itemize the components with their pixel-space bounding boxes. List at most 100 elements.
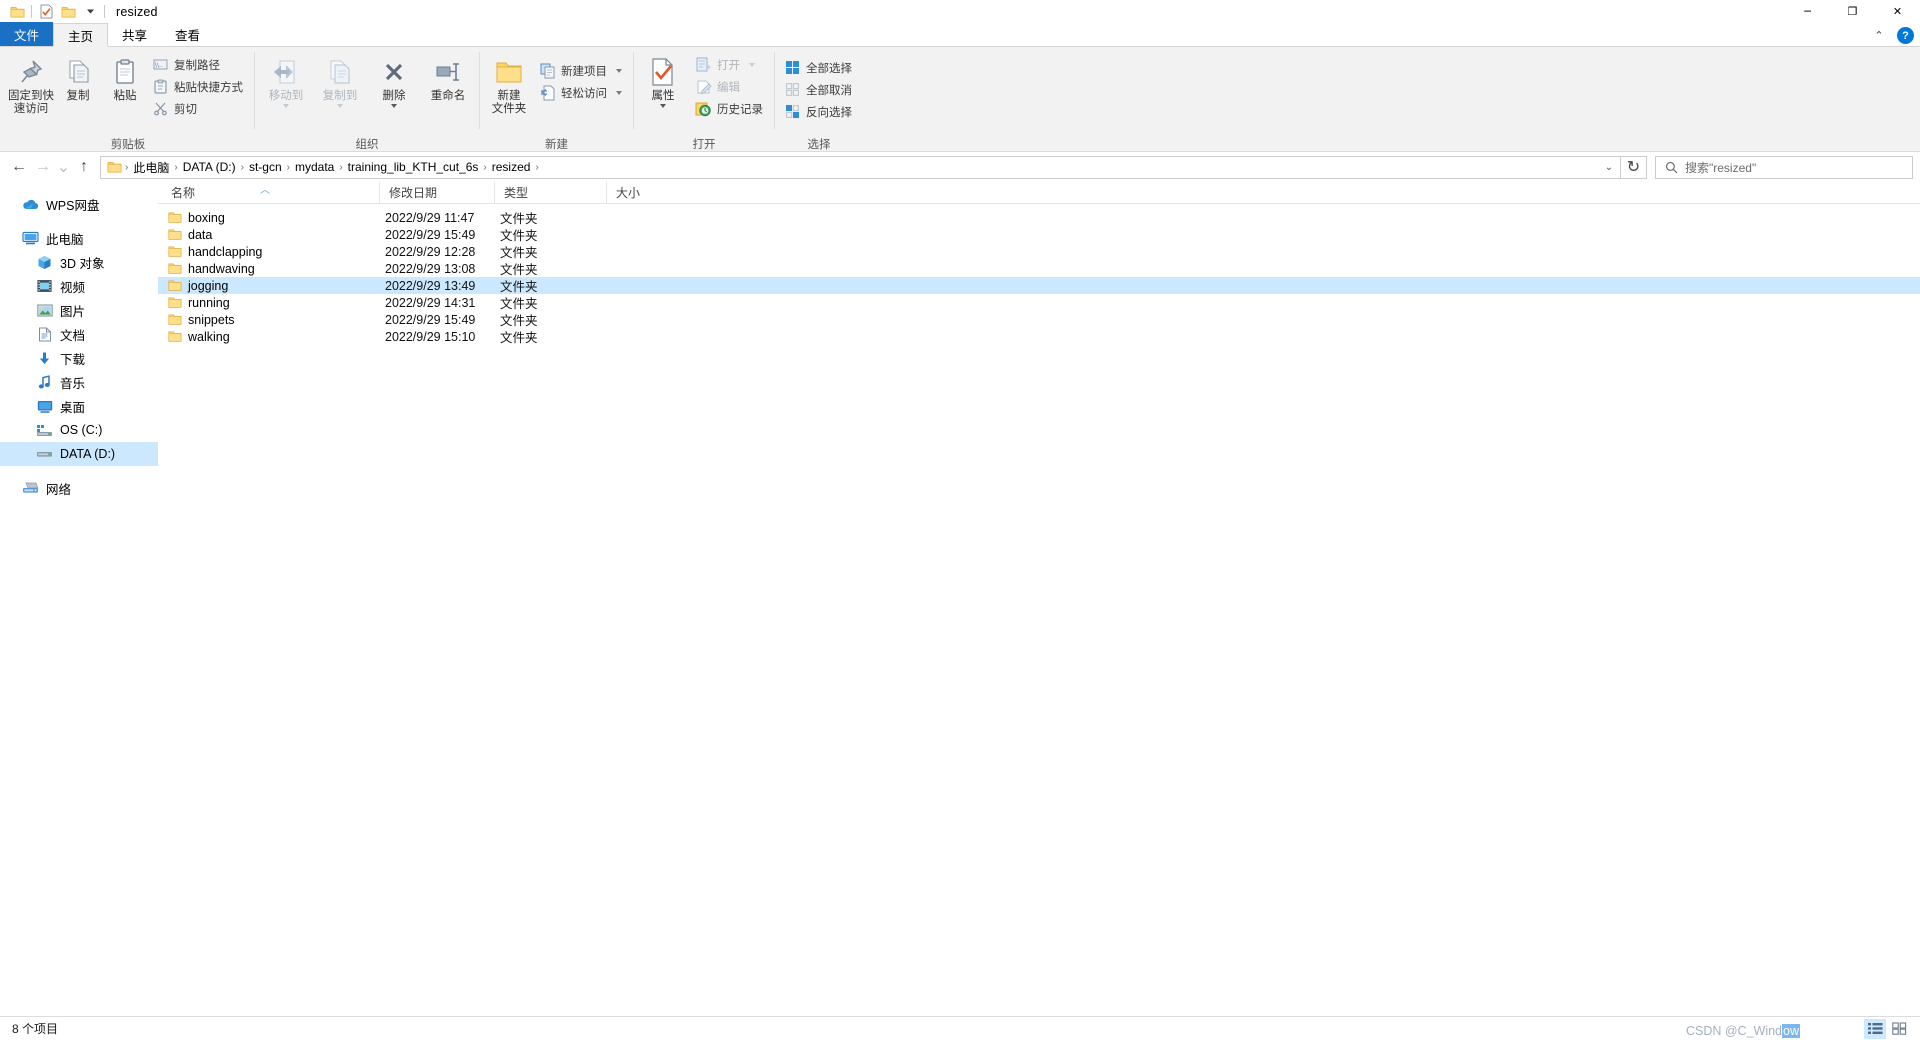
open-caret-icon[interactable]: [749, 62, 755, 67]
sidebar-item-videos[interactable]: 视频: [0, 274, 158, 298]
address-input[interactable]: › 此电脑 › DATA (D:) › st-gcn › mydata › tr…: [100, 155, 1621, 179]
tab-share[interactable]: 共享: [108, 22, 161, 46]
invert-select-icon: [784, 103, 801, 120]
properties-caret-icon[interactable]: [660, 104, 666, 108]
edit-button[interactable]: 编辑: [692, 76, 768, 97]
copy-to-caret-icon[interactable]: [337, 104, 343, 108]
address-dropdown-icon[interactable]: ⌄: [1598, 162, 1620, 173]
pin-to-quick-access-button[interactable]: 固定到快 速访问: [8, 51, 54, 116]
sidebar-item-data-d[interactable]: DATA (D:): [0, 442, 158, 466]
ribbon-group-new: 新建 文件夹 新建项目 轻松访问 新建: [480, 47, 633, 152]
column-header-type-label: 类型: [504, 186, 529, 200]
table-row[interactable]: handwaving 2022/9/29 13:08 文件夹: [158, 260, 1920, 277]
invert-selection-button[interactable]: 反向选择: [781, 101, 857, 122]
new-item-caret-icon[interactable]: [616, 68, 622, 73]
invert-selection-label: 反向选择: [806, 106, 852, 119]
sidebar-item-3d-objects[interactable]: 3D 对象: [0, 250, 158, 274]
recent-locations-button[interactable]: ⌄: [55, 155, 72, 179]
delete-button[interactable]: 删除: [369, 51, 419, 108]
sidebar-item-documents[interactable]: 文档: [0, 322, 158, 346]
sidebar-item-wps[interactable]: WPS网盘: [0, 192, 158, 216]
new-item-icon: [539, 62, 556, 79]
sidebar-item-desktop[interactable]: 桌面: [0, 394, 158, 418]
maximize-button[interactable]: ❐: [1830, 0, 1875, 23]
minimize-button[interactable]: ─: [1785, 0, 1830, 23]
sidebar-item-downloads[interactable]: 下载: [0, 346, 158, 370]
breadcrumb-item-2[interactable]: st-gcn: [245, 160, 286, 174]
column-header-type[interactable]: 类型: [495, 181, 607, 204]
copy-button[interactable]: 复制: [55, 51, 101, 103]
breadcrumb-item-3[interactable]: mydata: [291, 160, 338, 174]
breadcrumb-item-0[interactable]: 此电脑: [129, 159, 173, 176]
history-label: 历史记录: [717, 103, 763, 116]
tab-file[interactable]: 文件: [0, 22, 54, 46]
new-folder-button[interactable]: 新建 文件夹: [486, 51, 532, 116]
refresh-button[interactable]: ↻: [1621, 155, 1647, 179]
table-row[interactable]: walking 2022/9/29 15:10 文件夹: [158, 328, 1920, 345]
close-button[interactable]: ✕: [1875, 0, 1920, 23]
new-item-button[interactable]: 新建项目: [536, 60, 627, 81]
sidebar-item-pictures[interactable]: 图片: [0, 298, 158, 322]
table-row[interactable]: data 2022/9/29 15:49 文件夹: [158, 226, 1920, 243]
table-row[interactable]: handclapping 2022/9/29 12:28 文件夹: [158, 243, 1920, 260]
table-row[interactable]: running 2022/9/29 14:31 文件夹: [158, 294, 1920, 311]
large-icons-view-button[interactable]: [1888, 1019, 1910, 1039]
column-header-date[interactable]: 修改日期: [380, 181, 495, 204]
qat-new-folder-icon[interactable]: [57, 1, 79, 23]
open-button[interactable]: 打开: [692, 54, 768, 75]
breadcrumb-item-5[interactable]: resized: [488, 160, 535, 174]
sidebar-item-network[interactable]: 网络: [0, 476, 158, 500]
table-row[interactable]: snippets 2022/9/29 15:49 文件夹: [158, 311, 1920, 328]
picture-icon: [36, 302, 53, 319]
cut-button[interactable]: 剪切: [149, 98, 248, 119]
back-button[interactable]: ←: [7, 155, 31, 179]
breadcrumb-separator-6[interactable]: ›: [534, 162, 539, 173]
column-header-size[interactable]: 大小: [607, 182, 707, 204]
title-bar: resized ─ ❐ ✕: [0, 0, 1920, 23]
paste-label: 粘贴: [113, 90, 137, 102]
copy-path-button[interactable]: \\.. 复制路径: [149, 54, 248, 75]
pin-to-quick-access-label: 固定到快 速访问: [8, 90, 54, 115]
forward-button[interactable]: →: [31, 155, 55, 179]
move-to-button[interactable]: 移动到: [261, 51, 311, 108]
copy-to-button[interactable]: 复制到: [315, 51, 365, 108]
sidebar-item-os-c[interactable]: OS (C:): [0, 418, 158, 442]
paste-button[interactable]: 粘贴: [102, 51, 148, 103]
qat-folder-icon[interactable]: [6, 1, 28, 23]
history-button[interactable]: 历史记录: [692, 98, 768, 119]
sidebar-item-music[interactable]: 音乐: [0, 370, 158, 394]
collapse-ribbon-icon[interactable]: ⌃: [1871, 28, 1887, 44]
help-icon[interactable]: ?: [1897, 27, 1914, 44]
file-name-cell: data: [158, 228, 376, 242]
column-headers: 名称 ︿ 修改日期 类型 大小: [158, 181, 1920, 204]
easy-access-button[interactable]: 轻松访问: [536, 82, 627, 103]
sidebar-item-this-pc[interactable]: 此电脑: [0, 226, 158, 250]
maximize-icon: ❐: [1847, 5, 1858, 18]
paste-shortcut-button[interactable]: 粘贴快捷方式: [149, 76, 248, 97]
tab-home[interactable]: 主页: [53, 23, 109, 47]
up-button[interactable]: ↑: [72, 155, 96, 179]
breadcrumb-item-1[interactable]: DATA (D:): [179, 160, 240, 174]
qat-customize-caret-icon[interactable]: [79, 1, 101, 23]
table-row[interactable]: boxing 2022/9/29 11:47 文件夹: [158, 209, 1920, 226]
nav-gap-2: [0, 466, 158, 476]
qat-properties-icon[interactable]: [35, 1, 57, 23]
rename-button[interactable]: 重命名: [423, 51, 473, 103]
breadcrumb-item-4[interactable]: training_lib_KTH_cut_6s: [344, 160, 483, 174]
sidebar-item-pictures-label: 图片: [60, 304, 86, 319]
details-view-button[interactable]: [1864, 1018, 1886, 1039]
copy-icon: [63, 55, 93, 89]
move-to-caret-icon[interactable]: [283, 104, 289, 108]
file-explorer-window: resized ─ ❐ ✕ 文件 主页 共享 查看 ⌃ ? 固定到快 速访问 复…: [0, 0, 1920, 1040]
table-row[interactable]: jogging 2022/9/29 13:49 文件夹: [158, 277, 1920, 294]
column-header-name[interactable]: 名称 ︿: [162, 181, 380, 204]
tab-view[interactable]: 查看: [161, 22, 214, 46]
easy-access-caret-icon[interactable]: [616, 90, 622, 95]
file-date-cell: 2022/9/29 14:31: [385, 295, 476, 310]
search-box[interactable]: 搜索"resized": [1655, 155, 1913, 179]
properties-button[interactable]: 属性: [640, 51, 686, 108]
search-placeholder: 搜索"resized": [1685, 160, 1757, 175]
delete-caret-icon[interactable]: [391, 104, 397, 108]
select-all-button[interactable]: 全部选择: [781, 57, 857, 78]
select-none-button[interactable]: 全部取消: [781, 79, 857, 100]
